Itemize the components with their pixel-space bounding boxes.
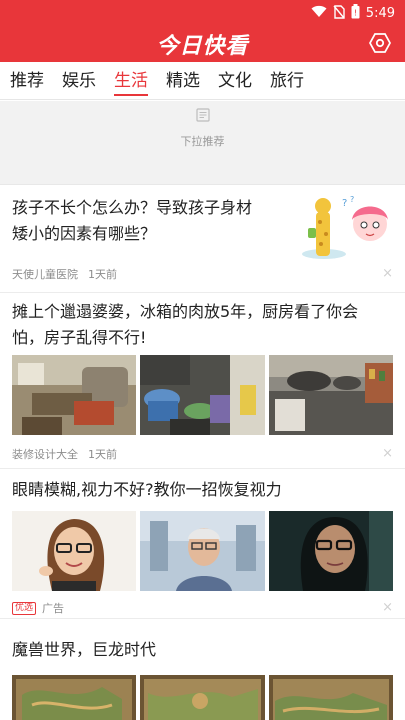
source-label: 装修设计大全 [12,448,78,461]
thumbnail-image [269,675,393,720]
feed-item-title: 摊上个邋遢婆婆，冰箱的肉放5年，厨房看了你会 怕，房子乱得不行! [12,302,359,347]
thumbnail-image [269,511,393,591]
tab-life[interactable]: 生活 [114,62,148,100]
wifi-icon [311,5,327,22]
app-header: 今日快看 [0,24,405,62]
svg-text:!: ! [354,9,357,18]
feed-item[interactable]: 孩子不长个怎么办？导致孩子身材 矮小的因素有哪些？ ? ? 天使儿童医院 1天前 [0,186,405,293]
feed-item-meta: 天使儿童医院 1天前 [12,266,117,282]
pull-hint-text: 下拉推荐 [180,135,225,148]
thumbnail-image [12,675,136,720]
time-label: 1天前 [88,448,117,461]
feed-item-meta: 优选 广告 [12,600,64,616]
dismiss-button[interactable]: × [382,600,393,615]
no-sim-icon [333,4,345,23]
tab-culture[interactable]: 文化 [218,62,252,100]
dismiss-button[interactable]: × [382,446,393,461]
thumbnail-image [269,355,393,435]
feed-item[interactable]: 摊上个邋遢婆婆，冰箱的肉放5年，厨房看了你会 怕，房子乱得不行! 装修设计大全 … [0,293,405,469]
feed-item-ad[interactable]: 眼睛模糊,视力不好?教你一招恢复视力 优选 广告 × [0,469,405,619]
feed-item-meta: 装修设计大全 1天前 [12,446,117,462]
refresh-doc-icon [196,108,210,122]
battery-icon: ! [351,4,360,23]
source-label: 天使儿童医院 [12,268,78,281]
feed-item[interactable]: 魔兽世界，巨龙时代 [0,619,405,720]
category-tabs: 推荐 娱乐 生活 精选 文化 旅行 [0,62,405,100]
tab-featured[interactable]: 精选 [166,62,200,100]
thumbnail-image [12,511,136,591]
hexagon-settings-icon [369,33,391,53]
thumbnail-image [140,511,265,591]
source-label: 广告 [42,602,65,615]
settings-button[interactable] [367,30,393,56]
thumbnail-image [12,355,136,435]
feed-item-title: 魔兽世界，巨龙时代 [12,640,157,659]
ad-badge: 优选 [12,601,37,615]
svg-text:?: ? [350,195,354,204]
status-time: 5:49 [365,6,395,21]
tab-entertainment[interactable]: 娱乐 [62,62,96,100]
feed-item-title: 孩子不长个怎么办？导致孩子身材 矮小的因素有哪些？ [12,198,253,243]
tab-recommend[interactable]: 推荐 [10,62,44,100]
thumbnail-image: ? ? [296,192,396,262]
thumbnail-image [140,675,265,720]
app-title: 今日快看 [156,34,249,59]
svg-text:?: ? [342,198,347,209]
status-bar: ! 5:49 [0,0,405,24]
pull-to-refresh[interactable]: 下拉推荐 [0,101,405,185]
tab-travel[interactable]: 旅行 [270,62,304,100]
feed-item-title: 眼睛模糊,视力不好?教你一招恢复视力 [12,480,282,499]
thumbnail-image [140,355,265,435]
dismiss-button[interactable]: × [382,266,393,281]
time-label: 1天前 [88,268,117,281]
